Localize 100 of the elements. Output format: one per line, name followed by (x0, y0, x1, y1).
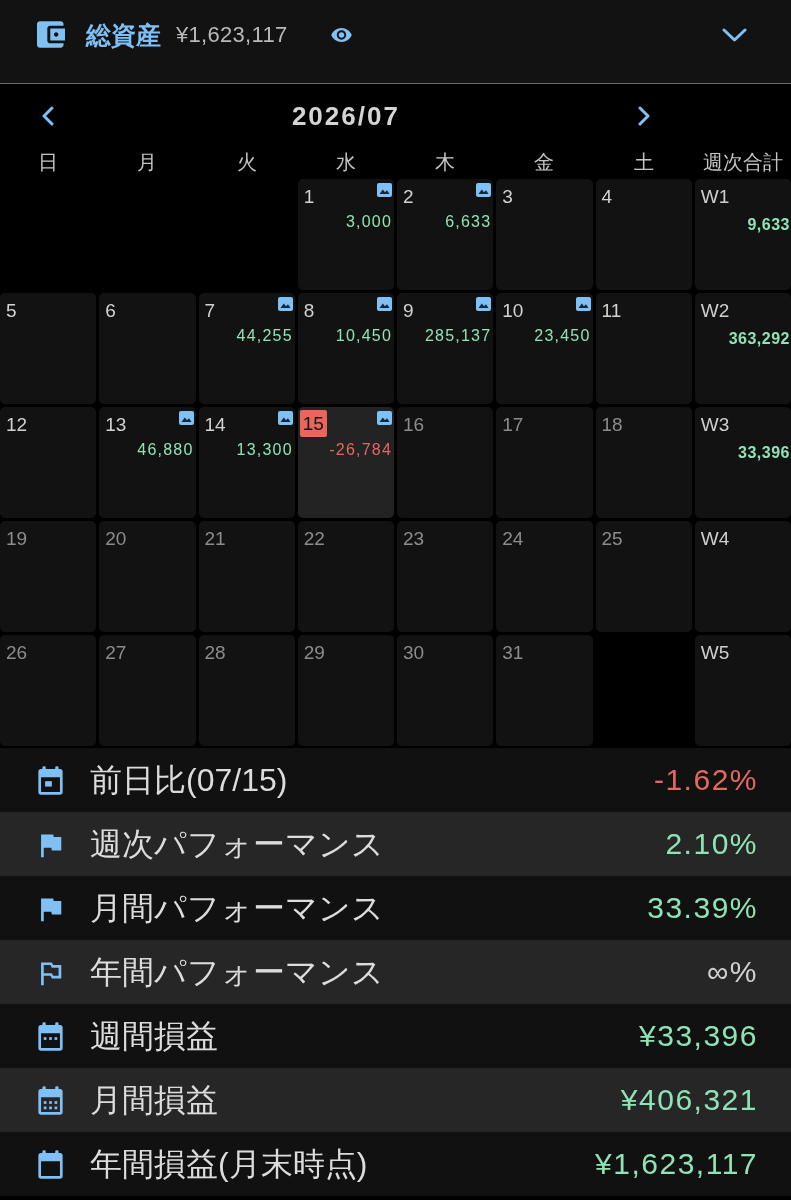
day-profit-value: 46,880 (137, 440, 194, 460)
day-number: 2 (403, 185, 414, 209)
calendar-day-icon (37, 764, 64, 796)
day-profit-value: 10,450 (335, 326, 392, 346)
eye-icon[interactable] (331, 27, 353, 42)
day-cell[interactable]: 17 (496, 407, 593, 518)
stat-label: 年間損益(月末時点) (90, 1145, 369, 1184)
weekday-label: 日 (38, 150, 59, 175)
day-cell[interactable]: 4 (595, 179, 692, 290)
day-number: 31 (502, 641, 524, 665)
weekday-label: 水 (335, 150, 356, 175)
week-total-value: 33,396 (738, 443, 790, 463)
day-number: 9 (403, 299, 414, 323)
stat-value: ¥33,396 (639, 1018, 758, 1054)
stat-label: 月間パフォーマンス (90, 889, 385, 928)
day-cell[interactable]: 14 13,300 (198, 407, 295, 518)
stat-label: 前日比(07/15) (90, 761, 289, 800)
weekday-label: 木 (435, 150, 456, 175)
day-number: 13 (105, 413, 127, 437)
week-label: W1 (700, 185, 731, 209)
day-number: 30 (403, 641, 425, 665)
today-date-badge: 15 (299, 410, 327, 437)
day-cell[interactable]: 22 (297, 521, 394, 632)
week-total-value: 9,633 (747, 215, 790, 235)
day-number: 18 (601, 413, 623, 437)
day-cell[interactable]: 20 (99, 521, 196, 632)
day-cell[interactable]: 18 (595, 407, 692, 518)
stat-value: ¥1,623,117 (595, 1146, 758, 1182)
day-cell[interactable]: 29 (297, 635, 394, 746)
day-number: 5 (6, 299, 17, 323)
day-cell[interactable]: 27 (99, 635, 196, 746)
chevron-left-icon[interactable] (42, 106, 55, 126)
weekday-label: 土 (633, 150, 654, 175)
day-cell[interactable]: 28 (198, 635, 295, 746)
calendar-week-icon (37, 1020, 64, 1052)
day-cell[interactable]: 9 285,137 (397, 293, 494, 404)
weekly-total-heading: 週次合計 (702, 150, 783, 175)
day-number: 11 (601, 299, 622, 323)
day-number: 19 (6, 527, 28, 551)
day-number: 29 (303, 641, 325, 665)
day-number: 3 (502, 185, 513, 209)
stat-label: 年間パフォーマンス (90, 953, 385, 992)
chevron-down-icon[interactable] (722, 27, 747, 42)
day-number: 26 (6, 641, 28, 665)
day-profit-value: 44,255 (236, 326, 293, 346)
weekday-label: 月 (137, 150, 158, 175)
week-label: W4 (700, 527, 731, 551)
day-number: 6 (105, 299, 116, 323)
day-cell[interactable]: 11 (595, 293, 692, 404)
day-profit-value: -26,784 (329, 440, 392, 460)
day-cell[interactable]: 15 -26,784 (297, 407, 394, 518)
day-cell[interactable]: 12 (0, 407, 97, 518)
day-cell[interactable]: 30 (397, 635, 494, 746)
stat-value: 33.39% (647, 890, 758, 926)
day-cell[interactable]: 10 23,450 (496, 293, 593, 404)
day-number: 4 (601, 185, 613, 209)
stat-label: 週間損益 (90, 1017, 219, 1056)
stat-value: 2.10% (665, 826, 758, 862)
day-number: 25 (601, 527, 623, 551)
day-cell[interactable]: 1 3,000 (297, 179, 394, 290)
wallet-icon (37, 21, 65, 48)
day-number: 27 (105, 641, 127, 665)
stat-label: 週次パフォーマンス (90, 825, 385, 864)
total-assets-amount: ¥1,623,117 (176, 20, 288, 49)
day-number: 12 (6, 413, 28, 437)
day-cell[interactable]: 26 (0, 635, 97, 746)
stat-value: ¥406,321 (620, 1082, 758, 1118)
day-cell[interactable]: 25 (595, 521, 692, 632)
day-profit-value: 13,300 (236, 440, 293, 460)
calendar-month-icon (37, 1084, 64, 1116)
day-number: 16 (403, 413, 425, 437)
day-cell[interactable]: 21 (198, 521, 295, 632)
day-cell[interactable]: 16 (397, 407, 494, 518)
calendar-icon (37, 1148, 64, 1180)
day-number: 10 (502, 299, 524, 323)
day-cell[interactable]: 7 44,255 (198, 293, 295, 404)
day-cell[interactable]: 23 (397, 521, 494, 632)
day-number: 22 (303, 527, 325, 551)
stat-label: 月間損益 (90, 1081, 219, 1120)
day-cell[interactable]: 31 (496, 635, 593, 746)
week-label: W2 (700, 299, 731, 323)
day-cell[interactable]: 13 46,880 (99, 407, 196, 518)
day-cell[interactable]: 2 6,633 (397, 179, 494, 290)
day-number: 14 (204, 413, 226, 437)
day-number: 24 (502, 527, 524, 551)
day-cell[interactable]: 6 (99, 293, 196, 404)
day-profit-value: 3,000 (345, 212, 392, 232)
day-cell[interactable]: 5 (0, 293, 97, 404)
day-cell[interactable]: 19 (0, 521, 97, 632)
total-assets-label: 総資産 (86, 19, 161, 50)
stat-value: ∞% (706, 954, 758, 990)
day-number: 7 (204, 299, 216, 323)
day-cell[interactable]: 24 (496, 521, 593, 632)
day-cell[interactable]: 3 (496, 179, 593, 290)
day-number: 1 (303, 185, 315, 209)
day-number: 17 (502, 413, 524, 437)
chevron-right-icon[interactable] (637, 106, 650, 126)
day-cell[interactable]: 8 10,450 (297, 293, 394, 404)
week-total-value: 363,292 (728, 329, 790, 349)
day-number: 8 (303, 299, 315, 323)
